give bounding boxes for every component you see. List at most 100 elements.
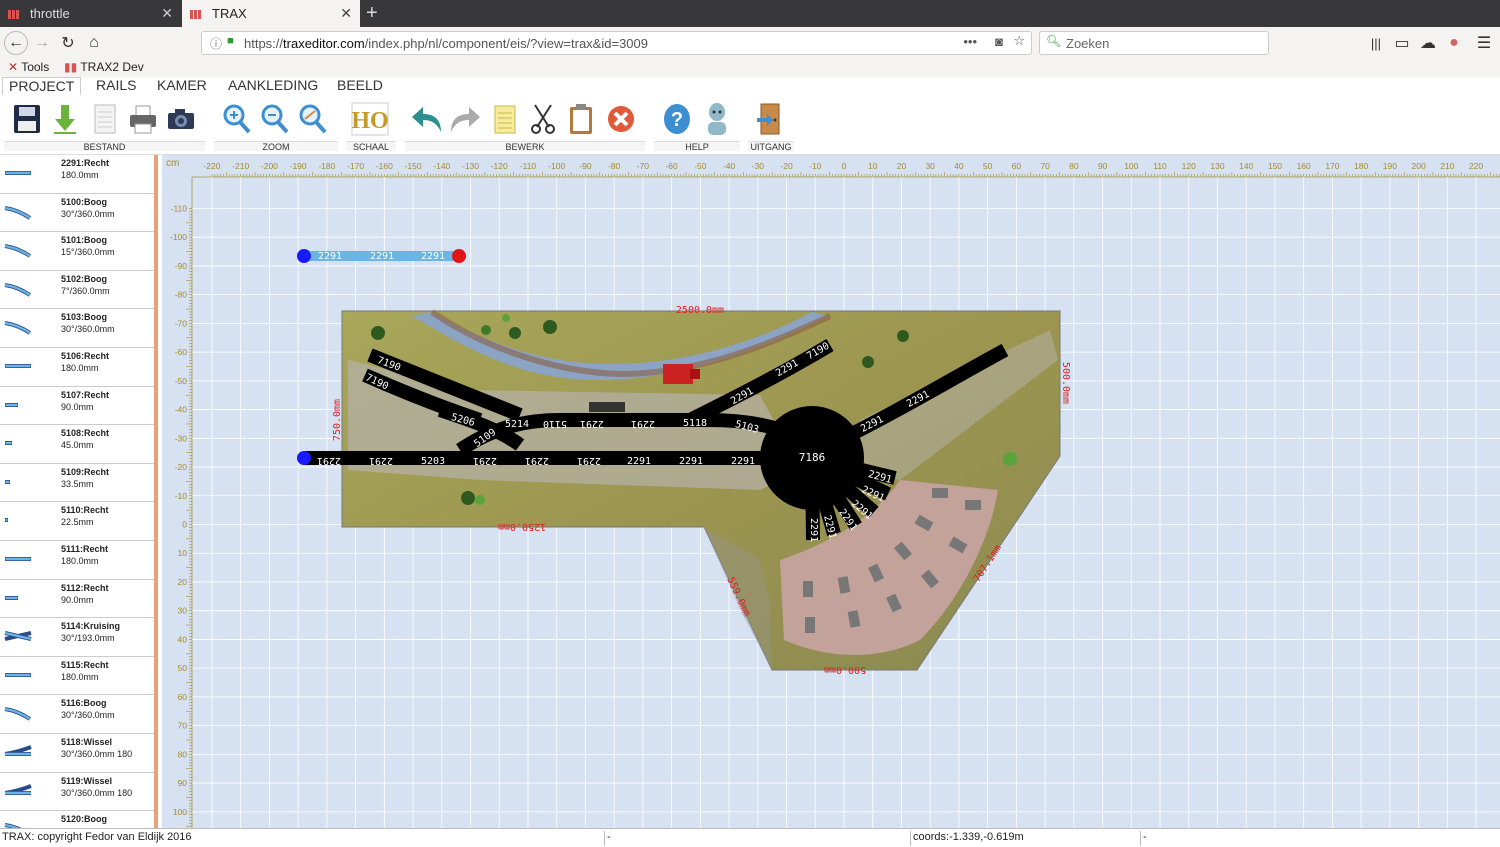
dimension-bottom-left: 1250.0mm — [498, 521, 546, 532]
zoom-fit-button[interactable] — [296, 101, 330, 137]
part-item[interactable]: 5116:Boog 30°/360.0mm — [0, 695, 154, 734]
home-icon[interactable]: ⌂ — [82, 31, 106, 55]
loose-track-label: 2291 — [421, 251, 445, 262]
sidebar-toggle-icon[interactable]: ▭ — [1390, 31, 1414, 55]
track-label: 2291 — [731, 456, 755, 467]
toolbar: HO ? BESTAND ZOOM SCHAAL BEWERK HELP UIT… — [0, 95, 1500, 155]
part-name: 2291:Recht — [61, 158, 110, 168]
y-ruler-tick-label: 30 — [178, 606, 188, 616]
part-item[interactable]: 5112:Recht 90.0mm — [0, 580, 154, 619]
undo-button[interactable] — [410, 101, 444, 137]
bookmark-star-icon[interactable]: ☆ — [1013, 33, 1025, 49]
x-ruler-tick-label: 200 — [1412, 161, 1426, 171]
menu-aankleding[interactable]: AANKLEDING — [222, 77, 324, 95]
screenshot-button[interactable] — [164, 101, 198, 137]
scale-button[interactable]: HO — [350, 101, 390, 137]
exit-button[interactable] — [752, 101, 786, 137]
x-ruler-tick-label: -160 — [376, 161, 393, 171]
trax-favicon-icon — [190, 9, 201, 19]
extension-icon[interactable]: ● — [1442, 31, 1466, 55]
part-item[interactable]: 5107:Recht 90.0mm — [0, 387, 154, 426]
info-icon[interactable]: ⓘ — [210, 35, 222, 52]
x-ruler-tick-label: 10 — [868, 161, 878, 171]
track-label: 2291 — [808, 518, 819, 542]
menu-beeld[interactable]: BEELD — [331, 77, 389, 95]
pocket-icon[interactable]: ◙ — [995, 34, 1003, 49]
assistant-button[interactable] — [700, 101, 734, 137]
menu-rails[interactable]: RAILS — [90, 77, 142, 95]
part-item[interactable]: 5100:Boog 30°/360.0mm — [0, 194, 154, 233]
library-icon[interactable]: ||| — [1364, 31, 1388, 55]
print-button[interactable] — [126, 101, 160, 137]
part-dimension: 30°/360.0mm — [61, 208, 115, 219]
bookmark-trax2-dev[interactable]: ▮▮ TRAX2 Dev — [64, 60, 144, 74]
zoom-in-button[interactable] — [220, 101, 254, 137]
layout-canvas[interactable]: -220 -210 -200 -190 -180 -170 -160 -150 -140 -130… — [162, 155, 1500, 828]
part-item[interactable]: 5102:Boog 7°/360.0mm — [0, 271, 154, 310]
track-endpoint-open[interactable] — [297, 451, 311, 465]
bookmark-tools[interactable]: ✕ Tools — [8, 60, 49, 74]
help-button[interactable]: ? — [660, 101, 694, 137]
save-button[interactable] — [10, 101, 44, 137]
x-ruler-tick-label: 100 — [1124, 161, 1138, 171]
part-name: 5119:Wissel — [61, 775, 112, 786]
x-ruler-tick-label: -120 — [491, 161, 508, 171]
part-item[interactable]: 5118:Wissel 30°/360.0mm 180 — [0, 734, 154, 773]
tab-trax[interactable]: TRAX ✕ — [182, 0, 360, 27]
part-name: 5115:Recht — [61, 659, 109, 670]
document-icon — [94, 104, 116, 134]
track-endpoint-open[interactable] — [297, 249, 311, 263]
assistant-icon — [708, 103, 726, 135]
redo-icon — [451, 107, 480, 132]
paste-button[interactable] — [564, 101, 598, 137]
new-tab-button[interactable]: + — [366, 2, 378, 25]
turntable-label: 7186 — [799, 451, 826, 464]
part-item[interactable]: 5115:Recht 180.0mm — [0, 657, 154, 696]
close-tab-icon[interactable]: ✕ — [340, 5, 352, 22]
new-document-button[interactable] — [88, 101, 122, 137]
track-layout-drawing[interactable]: -220 -210 -200 -190 -180 -170 -160 -150 -140 -130… — [162, 155, 1500, 828]
trax-favicon-icon — [8, 9, 19, 19]
sync-icon[interactable]: ☁ — [1416, 31, 1440, 55]
part-item[interactable]: 5114:Kruising 30°/193.0mm — [0, 618, 154, 657]
part-item[interactable]: 5110:Recht 22.5mm — [0, 502, 154, 541]
part-item[interactable]: 5103:Boog 30°/360.0mm — [0, 309, 154, 348]
part-item[interactable]: 5101:Boog 15°/360.0mm — [0, 232, 154, 271]
track-label: 2291 — [580, 418, 604, 429]
reload-icon[interactable]: ↻ — [56, 31, 80, 55]
delete-button[interactable] — [604, 101, 638, 137]
part-item[interactable]: 5106:Recht 180.0mm — [0, 348, 154, 387]
forward-icon[interactable]: → — [30, 31, 54, 55]
notes-button[interactable] — [488, 101, 522, 137]
part-item[interactable]: 5119:Wissel 30°/360.0mm 180 — [0, 773, 154, 812]
dimension-right: 500.0mm — [1060, 362, 1071, 404]
close-tab-icon[interactable]: ✕ — [161, 5, 173, 22]
search-input[interactable]: 🔍︎ Zoeken — [1039, 31, 1269, 55]
parts-sidebar[interactable]: 2291:Recht 180.0mm 5100:Boog 30°/360.0mm 510… — [0, 155, 158, 828]
menu-kamer[interactable]: KAMER — [151, 77, 213, 95]
part-item[interactable]: 5108:Recht 45.0mm — [0, 425, 154, 464]
url-bar[interactable]: ⓘ ■ https://traxeditor.com/index.php/nl/… — [201, 31, 1032, 55]
part-item[interactable]: 5120:Boog — [0, 811, 154, 828]
tab-throttle[interactable]: throttle ✕ — [0, 0, 181, 27]
part-dimension: 90.0mm — [61, 401, 94, 412]
y-ruler-tick-label: 70 — [178, 721, 188, 731]
part-name: 5110:Recht — [61, 505, 109, 516]
zoom-out-button[interactable] — [258, 101, 292, 137]
x-ruler-tick-label: 50 — [983, 161, 993, 171]
baseboard[interactable] — [341, 309, 1061, 671]
status-bar: TRAX: copyright Fedor van Eldijk 2016 - … — [0, 828, 1500, 847]
menu-project[interactable]: PROJECT — [2, 77, 82, 95]
cut-button[interactable] — [526, 101, 560, 137]
part-dimension: 30°/193.0mm — [61, 633, 115, 644]
part-item[interactable]: 5111:Recht 180.0mm — [0, 541, 154, 580]
download-button[interactable] — [48, 101, 82, 137]
track-endpoint-selected[interactable] — [452, 249, 466, 263]
back-icon[interactable]: ← — [4, 31, 28, 55]
part-item[interactable]: 2291:Recht 180.0mm — [0, 155, 154, 194]
redo-button[interactable] — [448, 101, 482, 137]
page-actions-icon[interactable]: ••• — [963, 34, 977, 49]
part-item[interactable]: 5109:Recht 33.5mm — [0, 464, 154, 503]
track-piece-icon — [5, 441, 12, 446]
menu-icon[interactable]: ☰ — [1472, 31, 1496, 55]
